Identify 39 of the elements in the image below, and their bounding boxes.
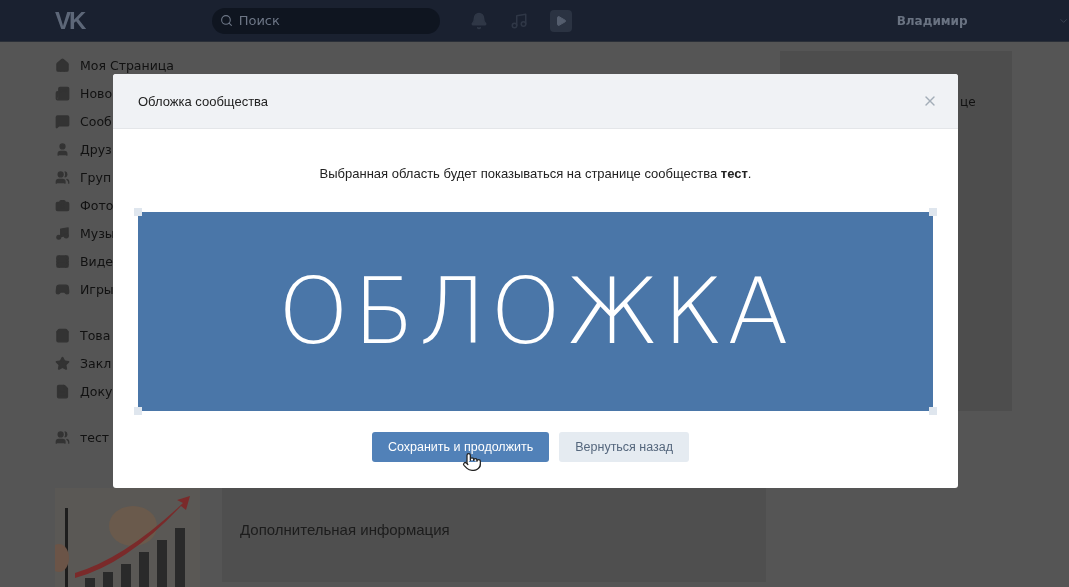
back-button[interactable]: Вернуться назад [559, 432, 690, 462]
crop-handle[interactable] [929, 407, 937, 415]
people-icon [55, 429, 70, 445]
house-icon [55, 57, 70, 73]
sidebar-item[interactable]: Сооб [80, 113, 112, 129]
sidebar-item[interactable]: Друз [80, 141, 112, 157]
sidebar-item[interactable]: Ново [80, 85, 113, 101]
sidebar-item[interactable]: Моя Страница [80, 57, 174, 73]
sidebar-item[interactable]: Доку [80, 383, 113, 399]
chat-icon [55, 113, 70, 129]
sidebar-item[interactable]: Груп [80, 169, 112, 185]
user-name[interactable]: Владимир [896, 13, 968, 28]
panel-text: це [960, 95, 976, 109]
gamepad-icon [55, 281, 70, 297]
crop-handle[interactable] [134, 407, 142, 415]
sidebar-item[interactable]: Игры [80, 281, 114, 297]
person-icon [55, 141, 70, 157]
sidebar-item[interactable]: Това [80, 327, 111, 343]
crop-handle[interactable] [929, 208, 937, 216]
sidebar-item[interactable]: Виде [80, 253, 114, 269]
crop-handle[interactable] [134, 208, 142, 216]
hand-cursor-icon [462, 452, 482, 472]
camera-icon [55, 197, 70, 213]
search-field[interactable]: Поиск [211, 7, 440, 34]
search-icon [219, 13, 233, 27]
people-icon [55, 169, 70, 185]
logo[interactable]: VK [55, 6, 212, 35]
cover-text: ОБЛОЖКА [278, 259, 793, 364]
save-button[interactable]: Сохранить и продолжить [371, 432, 550, 462]
music-note-icon [55, 225, 70, 241]
sidebar-item[interactable]: тест [80, 429, 110, 445]
play-button[interactable] [549, 9, 572, 32]
document-icon [55, 383, 70, 399]
play-icon [554, 14, 567, 27]
star-icon [55, 355, 70, 371]
sidebar-item[interactable]: Фото [80, 197, 114, 213]
modal-message: Выбранная область будет показываться на странице сообщества тест. [319, 166, 752, 181]
sidebar-item[interactable]: Закл [80, 355, 112, 371]
modal-title: Обложка сообщества [138, 93, 269, 109]
